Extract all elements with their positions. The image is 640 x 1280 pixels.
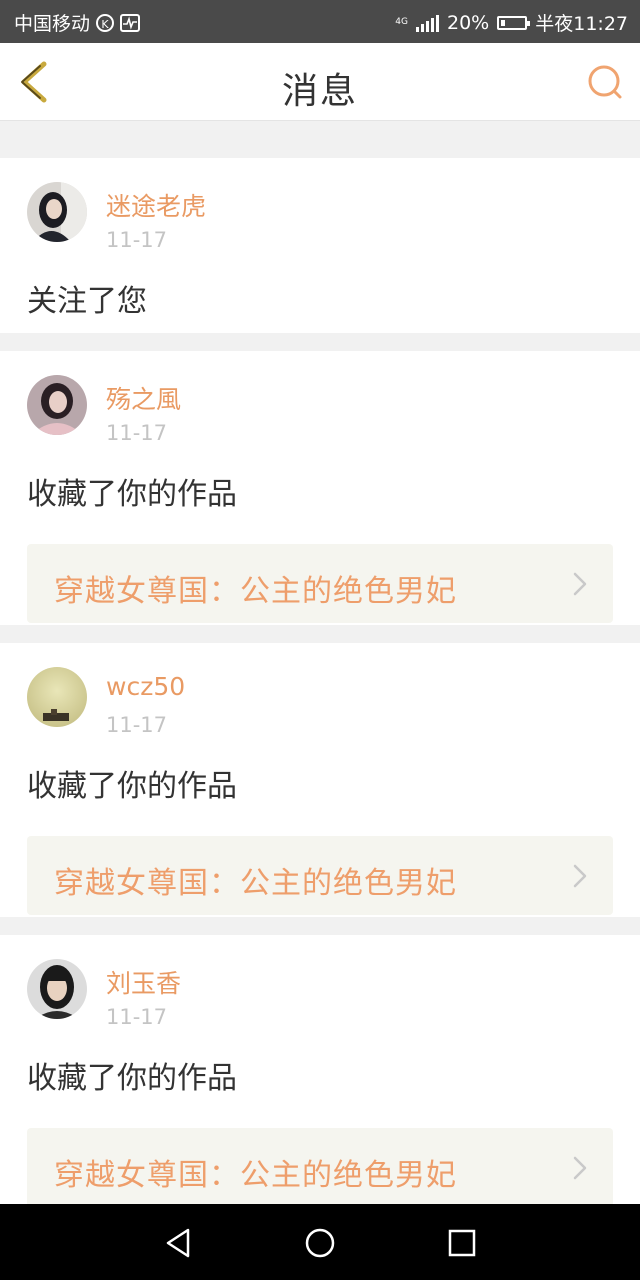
message-card[interactable]: 刘玉香 11-17 收藏了你的作品 穿越女尊国：公主的绝色男妃 — [0, 935, 640, 1210]
message-action: 关注了您 — [27, 284, 147, 319]
chevron-right-icon — [573, 572, 587, 596]
work-link[interactable]: 穿越女尊国：公主的绝色男妃 — [27, 544, 613, 623]
recents-square-icon[interactable] — [445, 1226, 479, 1260]
avatar[interactable] — [27, 182, 87, 242]
username[interactable]: wcz50 — [106, 672, 185, 701]
home-circle-icon[interactable] — [303, 1226, 337, 1260]
work-title: 穿越女尊国：公主的绝色男妃 — [54, 1158, 457, 1193]
chevron-right-icon — [573, 864, 587, 888]
avatar[interactable] — [27, 667, 87, 727]
battery-percent: 20% — [447, 11, 490, 34]
back-triangle-icon[interactable] — [162, 1226, 196, 1260]
avatar[interactable] — [27, 959, 87, 1019]
message-date: 11-17 — [106, 421, 168, 445]
message-card[interactable]: 迷途老虎 11-17 关注了您 — [0, 158, 640, 333]
work-title: 穿越女尊国：公主的绝色男妃 — [54, 574, 457, 609]
system-nav-bar — [0, 1204, 640, 1280]
chevron-right-icon — [573, 1156, 587, 1180]
status-bar-right: 4G 20% 半夜11:27 — [395, 9, 628, 36]
work-link[interactable]: 穿越女尊国：公主的绝色男妃 — [27, 836, 613, 915]
search-icon[interactable] — [586, 63, 624, 101]
carrier-label: 中国移动 — [14, 13, 91, 35]
pulse-icon — [120, 13, 141, 32]
work-link[interactable]: 穿越女尊国：公主的绝色男妃 — [27, 1128, 613, 1207]
message-date: 11-17 — [106, 713, 168, 737]
work-title: 穿越女尊国：公主的绝色男妃 — [54, 866, 457, 901]
status-bar-left: 中国移动 K — [14, 9, 141, 36]
avatar[interactable] — [27, 375, 87, 435]
clock: 半夜11:27 — [535, 13, 628, 35]
message-card[interactable]: wcz50 11-17 收藏了你的作品 穿越女尊国：公主的绝色男妃 — [0, 643, 640, 917]
k-circle-icon: K — [96, 13, 115, 32]
message-action: 收藏了你的作品 — [27, 1061, 237, 1096]
message-date: 11-17 — [106, 1005, 168, 1029]
message-action: 收藏了你的作品 — [27, 477, 237, 512]
page-title: 消息 — [281, 71, 358, 112]
top-app-bar: 消息 — [0, 43, 640, 121]
username[interactable]: 迷途老虎 — [106, 187, 206, 223]
network-type: 4G — [395, 17, 408, 27]
username[interactable]: 殇之風 — [106, 380, 181, 416]
message-card[interactable]: 殇之風 11-17 收藏了你的作品 穿越女尊国：公主的绝色男妃 — [0, 351, 640, 625]
signal-icon — [416, 14, 439, 32]
battery-icon — [497, 15, 531, 30]
message-action: 收藏了你的作品 — [27, 769, 237, 804]
status-bar: 中国移动 K 4G 20% 半夜11:27 — [0, 0, 640, 43]
username[interactable]: 刘玉香 — [106, 964, 181, 1000]
message-date: 11-17 — [106, 228, 168, 252]
message-list: 迷途老虎 11-17 关注了您 殇之風 11-17 收藏了你的作品 穿越女尊国：… — [0, 140, 640, 1210]
